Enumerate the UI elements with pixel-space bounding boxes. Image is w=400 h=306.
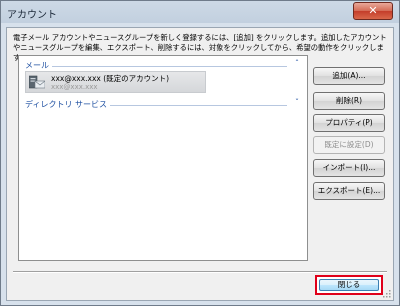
group-header-directory[interactable]: ディレクトリ サービス ˇ [25,98,299,111]
remove-button[interactable]: 削除(R) [313,92,385,110]
export-button[interactable]: エクスポート(E)... [313,182,385,200]
group-label-mail: メール [25,60,52,71]
account-address: xxx@xxx.xxx [51,83,98,91]
account-list-item[interactable]: xxx@xxx.xxx (既定のアカウント) xxx@xxx.xxx [25,71,206,93]
window-close-button[interactable]: ✕ [353,2,393,20]
resize-grip-icon[interactable] [383,290,391,298]
close-icon: ✕ [368,4,378,17]
footer-divider [13,271,387,273]
close-button-highlight: 閉じる [315,275,383,295]
title-bar: アカウント ✕ [1,1,399,25]
chevron-down-icon[interactable]: ˇ [295,98,299,107]
group-label-directory: ディレクトリ サービス [25,99,110,110]
account-list[interactable]: メール ˆ xxx@xxx.xxx (既定のアカウント) xxx@xxx.xxx… [18,55,308,261]
properties-button[interactable]: プロパティ(P) [313,114,385,132]
add-button[interactable]: 追加(A)... [313,67,385,85]
accounts-dialog: アカウント ✕ 電子メール アカウントやニュースグループを新しく登録するには、[… [0,0,400,306]
mail-account-icon [29,75,45,89]
close-button[interactable]: 閉じる [319,279,379,291]
import-button[interactable]: インポート(I)... [313,159,385,177]
dialog-body: 電子メール アカウントやニュースグループを新しく登録するには、[追加] をクリッ… [6,27,394,301]
set-default-button[interactable]: 既定に設定(D) [313,136,385,154]
chevron-up-icon[interactable]: ˆ [295,59,299,68]
window-title: アカウント [7,10,57,21]
